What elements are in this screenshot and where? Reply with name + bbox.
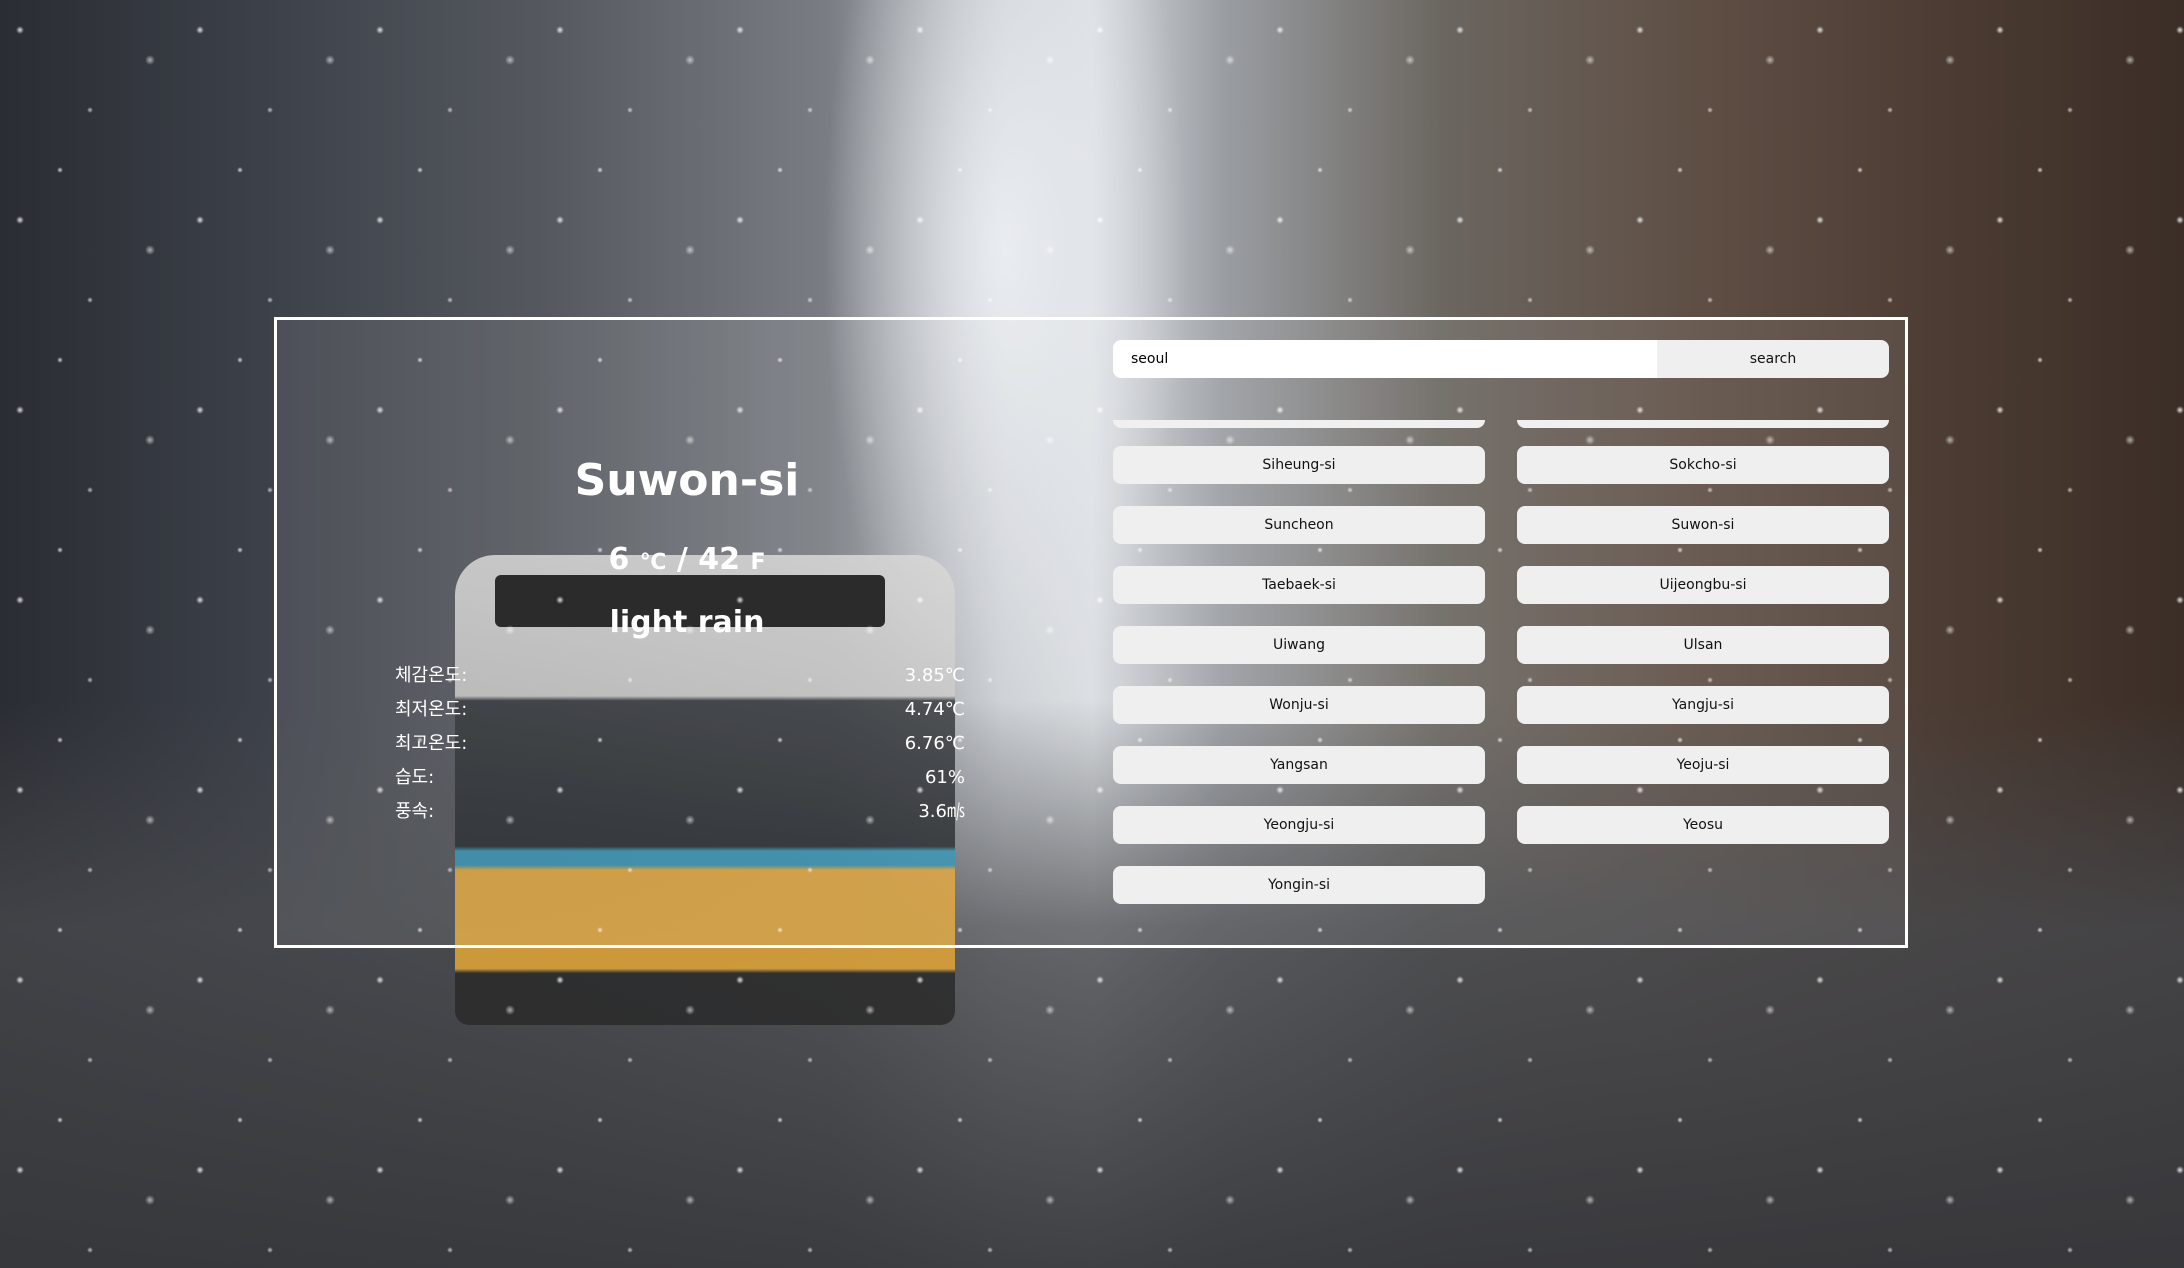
city-button[interactable]: Yeongju-si: [1113, 806, 1485, 844]
detail-label: 체감온도:: [395, 665, 468, 686]
city-button[interactable]: Siheung-si: [1113, 446, 1485, 484]
detail-value: 3.85℃: [904, 665, 965, 686]
city-list: Siheung-si Sokcho-si Suncheon Suwon-si T…: [1113, 420, 1889, 926]
city-button[interactable]: Yeoju-si: [1517, 746, 1889, 784]
unit-fahrenheit: F: [750, 550, 766, 575]
city-button[interactable]: Sokcho-si: [1517, 446, 1889, 484]
detail-label: 습도:: [395, 767, 435, 788]
city-button[interactable]: Wonju-si: [1113, 686, 1485, 724]
detail-value: 6.76℃: [904, 733, 965, 754]
city-button[interactable]: Yongin-si: [1113, 866, 1485, 904]
city-button[interactable]: Suwon-si: [1517, 506, 1889, 544]
detail-label: 최저온도:: [395, 699, 468, 720]
detail-value: 4.74℃: [904, 699, 965, 720]
detail-value: 61%: [924, 767, 965, 788]
search-button[interactable]: search: [1657, 340, 1889, 378]
detail-label: 풍속:: [395, 801, 435, 822]
temp-fahrenheit: 42: [698, 542, 741, 577]
city-button[interactable]: Uijeongbu-si: [1517, 566, 1889, 604]
detail-row-wind-speed: 풍속: 3.6㎧: [395, 795, 965, 829]
city-button[interactable]: Taebaek-si: [1113, 566, 1485, 604]
search-input[interactable]: [1113, 340, 1657, 378]
temp-celsius: 6: [608, 542, 630, 577]
weather-description: light rain: [609, 605, 765, 640]
city-button-cut-off[interactable]: [1517, 420, 1889, 428]
detail-row-max-temp: 최고온도: 6.76℃: [395, 727, 965, 761]
detail-row-min-temp: 최저온도: 4.74℃: [395, 693, 965, 727]
detail-label: 최고온도:: [395, 733, 468, 754]
city-button[interactable]: Yangju-si: [1517, 686, 1889, 724]
weather-panel: Suwon-si 6 ℃ / 42 F light rain 체감온도: 3.8…: [274, 317, 1908, 948]
city-button[interactable]: Yeosu: [1517, 806, 1889, 844]
city-button[interactable]: Uiwang: [1113, 626, 1485, 664]
city-button[interactable]: Suncheon: [1113, 506, 1485, 544]
detail-value: 3.6㎧: [918, 801, 965, 822]
city-button[interactable]: Ulsan: [1517, 626, 1889, 664]
unit-celsius: ℃: [639, 550, 667, 575]
temperature: 6 ℃ / 42 F: [277, 542, 1097, 577]
weather-details: 체감온도: 3.85℃ 최저온도: 4.74℃ 최고온도: 6.76℃ 습도: …: [395, 659, 965, 829]
city-button[interactable]: Yangsan: [1113, 746, 1485, 784]
current-weather: Suwon-si 6 ℃ / 42 F light rain 체감온도: 3.8…: [277, 320, 1097, 945]
detail-row-feels-like: 체감온도: 3.85℃: [395, 659, 965, 693]
detail-row-humidity: 습도: 61%: [395, 761, 965, 795]
city-button-cut-off[interactable]: [1113, 420, 1485, 428]
search-bar: search: [1113, 340, 1889, 378]
city-name: Suwon-si: [574, 455, 800, 506]
temp-separator: /: [676, 542, 688, 577]
